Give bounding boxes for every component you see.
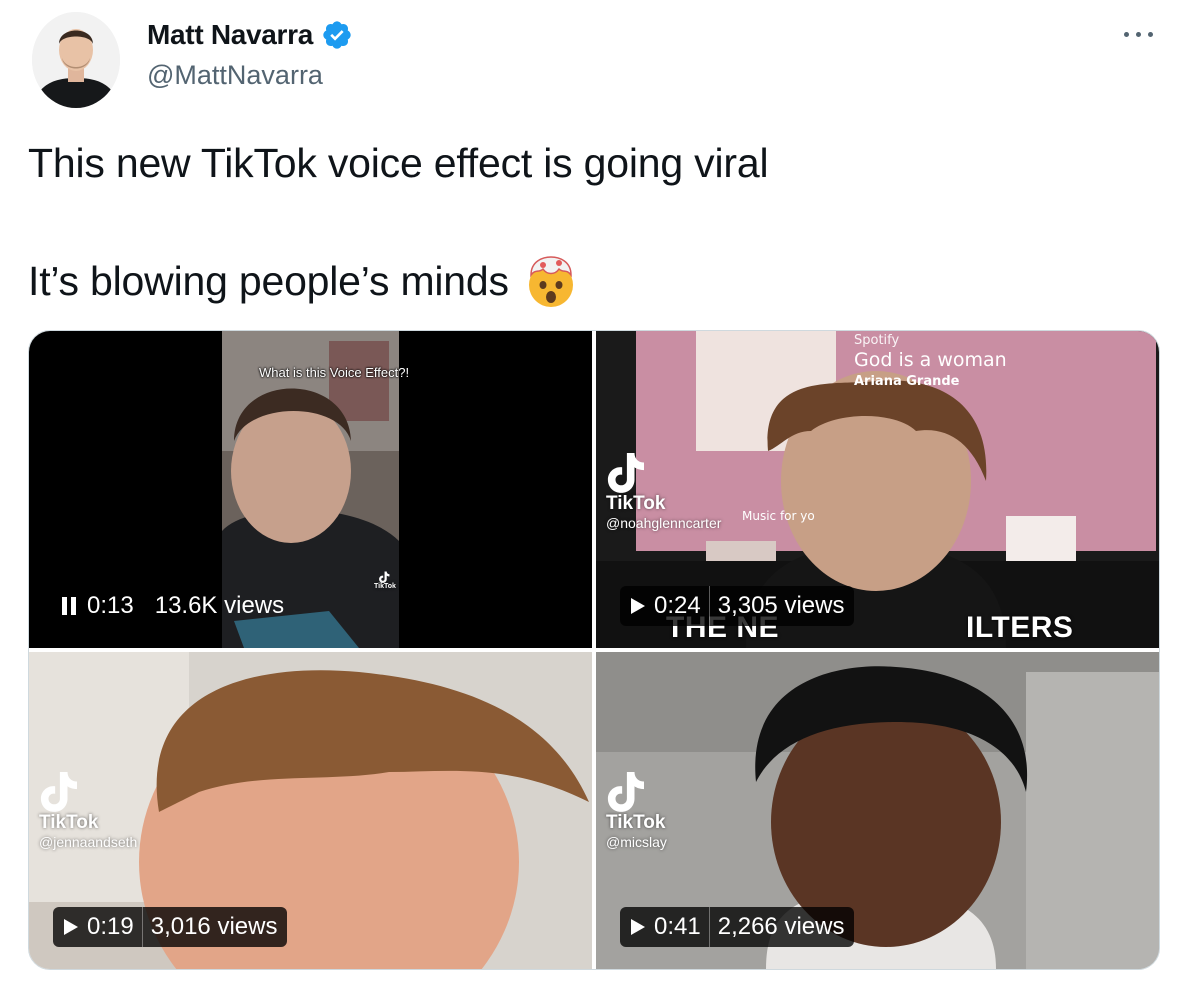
video-views: 3,305 views [717,592,845,619]
tiktok-logo-icon [607,453,644,493]
overlay-text-right: ILTERS [966,611,1074,644]
author-display-name[interactable]: Matt Navarra [147,19,313,51]
video-status-bar: 0:41 2,266 views [620,907,855,947]
more-options-icon[interactable] [1122,22,1156,46]
video-tile-4[interactable]: TikTok @micslay 0:41 2,266 views [596,652,1159,969]
tiktok-handle: @noahglenncarter [606,515,722,531]
video-views: 13.6K views [154,592,285,619]
tiktok-brand-label: TikTok [374,583,396,590]
video-status-bar: 0:19 3,016 views [53,907,288,947]
play-icon[interactable] [63,918,79,936]
tiktok-handle: @micslay [606,834,667,850]
video-tile-3[interactable]: TikTok @jennaandseth 0:19 3,016 views [29,652,592,969]
author-avatar[interactable] [32,12,120,108]
music-app-label: Spotify [854,333,900,348]
music-label: Music for yo [742,509,815,523]
media-grid: What is this Voice Effect?! TikTok 0:13 … [28,330,1160,970]
video-duration: 0:41 [654,913,701,940]
video-tile-1[interactable]: What is this Voice Effect?! TikTok 0:13 … [29,331,592,648]
tiktok-brand-label: TikTok [606,812,666,833]
video-views: 2,266 views [717,913,845,940]
video-status-bar: 0:24 3,305 views [620,586,855,626]
play-icon[interactable] [630,597,646,615]
tiktok-handle: @jennaandseth [39,834,138,850]
play-icon[interactable] [630,918,646,936]
tiktok-brand-label: TikTok [39,812,99,833]
tweet-text-line1: This new TikTok voice effect is going vi… [28,140,769,186]
verified-badge-icon [323,21,351,49]
tweet-text-line2: It’s blowing people’s minds [28,257,509,304]
pause-icon[interactable] [61,596,77,616]
video-duration: 0:13 [87,592,134,619]
video-duration: 0:19 [87,913,134,940]
video-tile-2[interactable]: Spotify God is a woman Ariana Grande Mus… [596,331,1159,648]
tiktok-logo-icon [607,772,644,812]
avatar-image [32,12,120,108]
tiktok-brand-label: TikTok [606,493,666,514]
exploding-head-emoji-icon [528,256,573,307]
video-views: 3,016 views [150,913,278,940]
video-caption: What is this Voice Effect?! [259,365,410,380]
author-handle[interactable]: @MattNavarra [147,60,323,91]
video-duration: 0:24 [654,592,701,619]
tiktok-logo-icon [379,571,390,583]
song-artist: Ariana Grande [854,374,960,389]
video-status-bar: 0:13 13.6K views [61,586,284,626]
tiktok-logo-icon [40,772,77,812]
song-title: God is a woman [854,349,1007,371]
